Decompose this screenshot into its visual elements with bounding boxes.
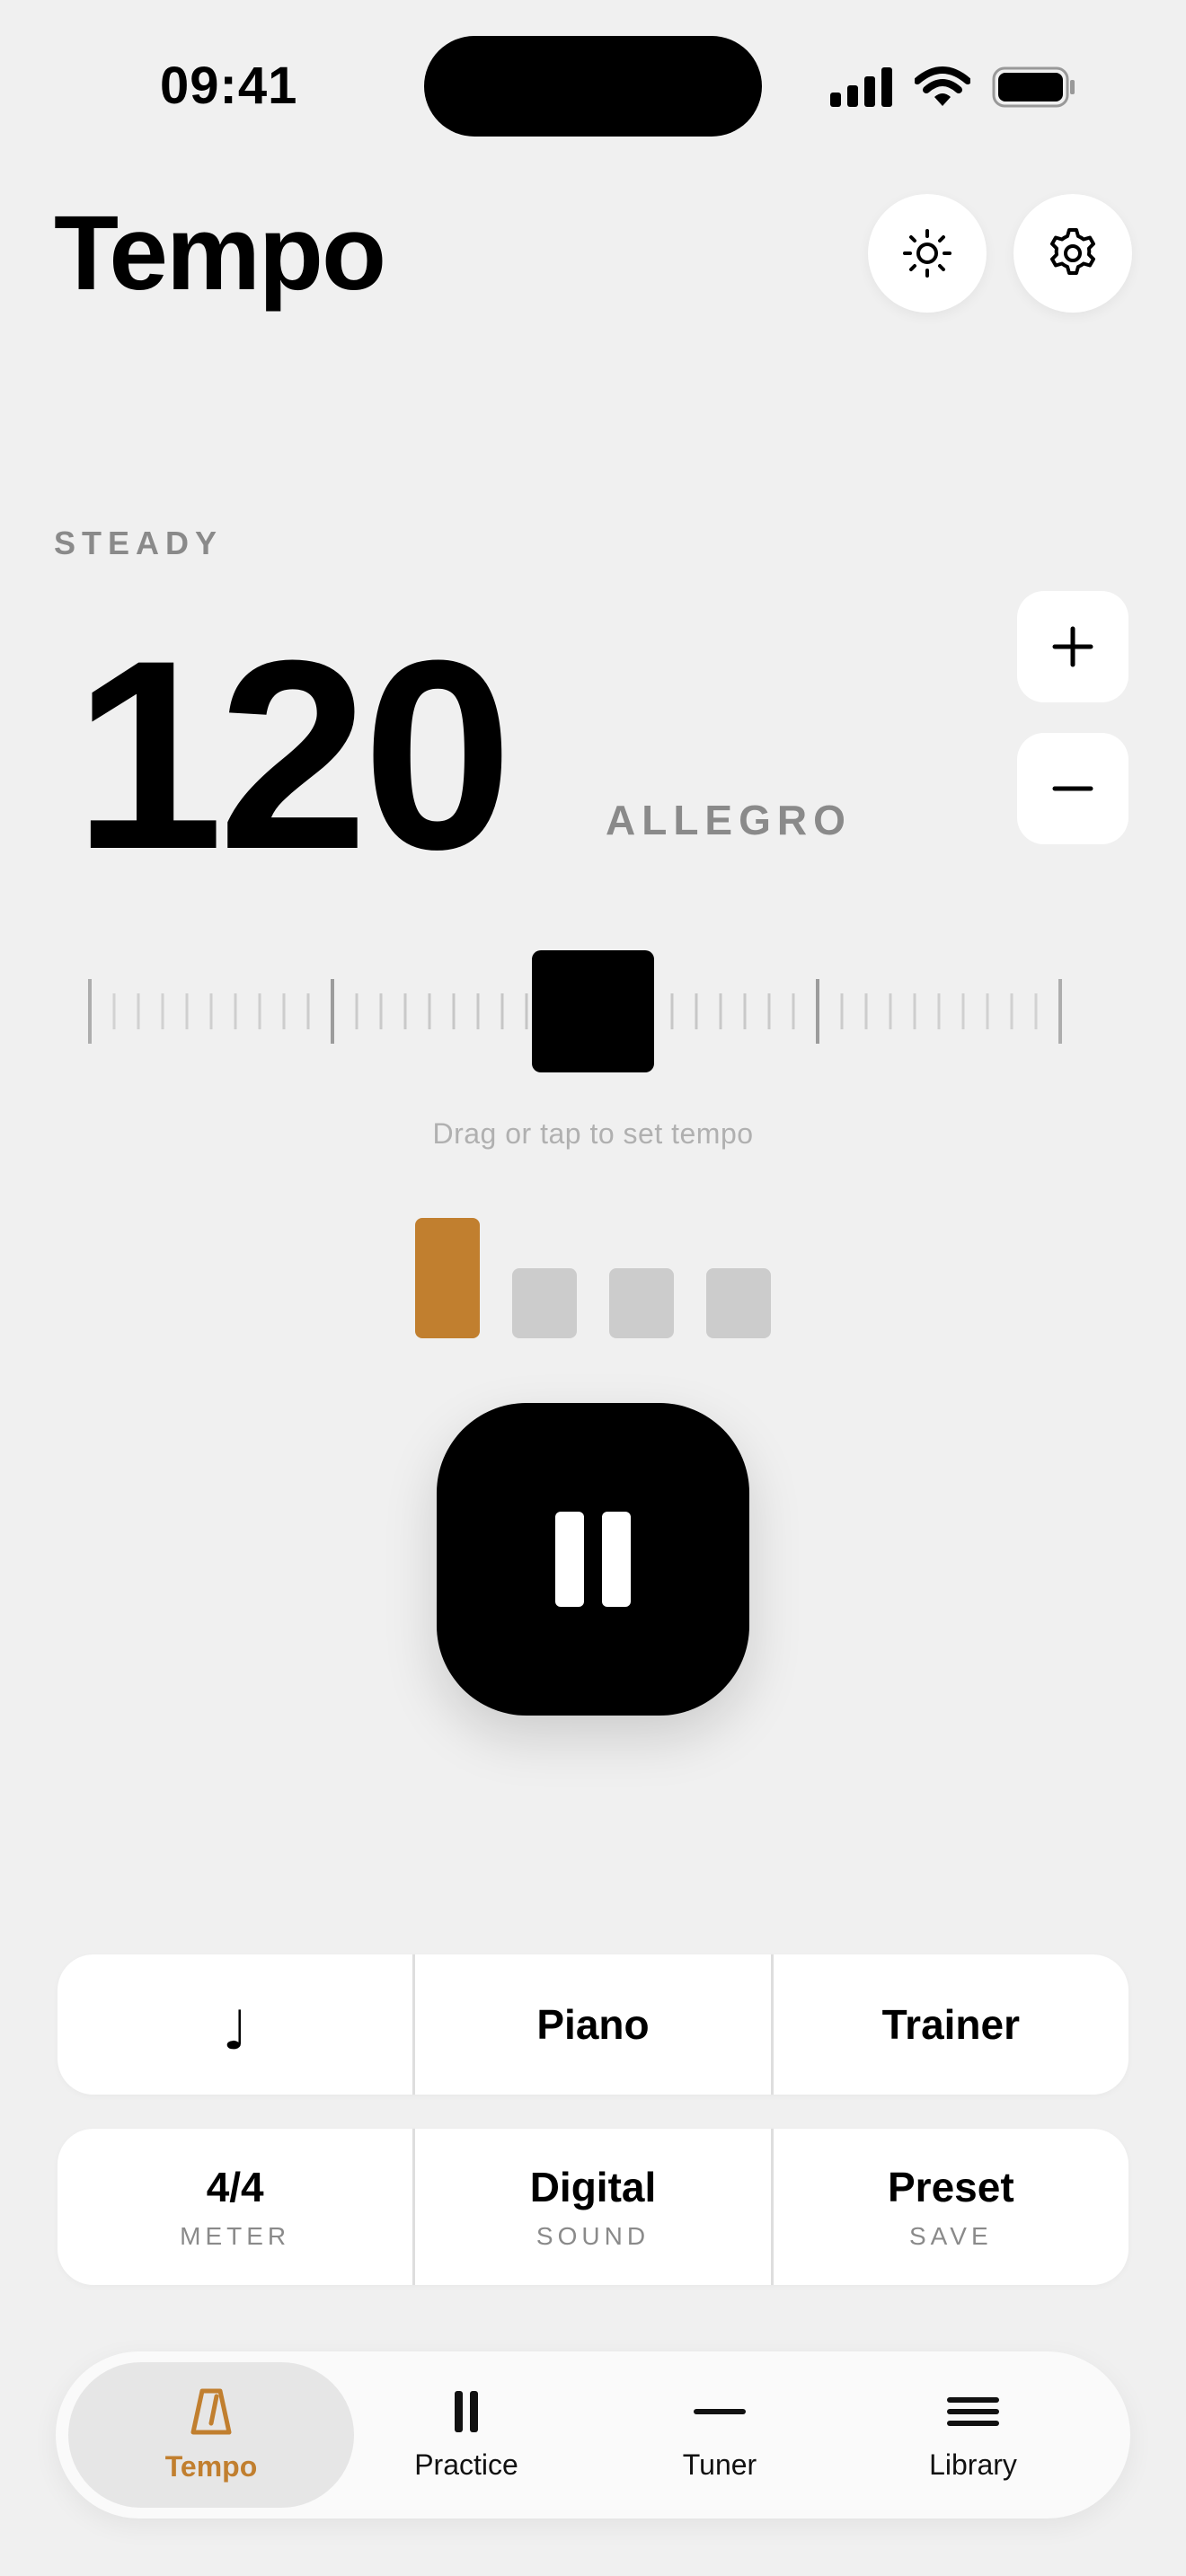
menu-icon <box>947 2396 999 2426</box>
tab-practice[interactable]: Practice <box>323 2362 609 2508</box>
preset-value: Preset <box>887 2164 1014 2210</box>
tab-label: Practice <box>414 2448 518 2481</box>
dynamic-island <box>424 36 762 137</box>
decrease-tempo-button[interactable] <box>1017 733 1128 844</box>
tab-label: Tuner <box>682 2448 757 2481</box>
pause-button[interactable] <box>437 1403 749 1716</box>
trainer-label: Trainer <box>881 2001 1021 2048</box>
gear-icon <box>1050 228 1095 275</box>
minus-icon <box>1052 786 1093 791</box>
tempo-marking: ALLEGRO <box>606 797 852 843</box>
tab-label: Tempo <box>164 2449 258 2483</box>
pause-icon-bar <box>555 1512 584 1607</box>
preset-caption: SAVE <box>909 2222 993 2250</box>
meter-caption: METER <box>180 2222 291 2250</box>
page-title: Tempo <box>54 194 386 313</box>
sun-icon <box>903 229 951 278</box>
increase-tempo-button[interactable] <box>1017 591 1128 702</box>
metronome-icon <box>190 2388 232 2434</box>
sound-type-button[interactable]: Digital SOUND <box>415 2129 774 2285</box>
meter-button[interactable]: 4/4 METER <box>58 2129 416 2285</box>
preset-save-button[interactable]: Preset SAVE <box>774 2129 1128 2285</box>
note-value-button[interactable]: ♩ <box>58 1954 416 2095</box>
tempo-mood-label: STEADY <box>54 525 224 561</box>
theme-toggle-button[interactable] <box>868 194 987 313</box>
pause-icon <box>455 2390 478 2432</box>
tab-tuner[interactable]: Tuner <box>577 2362 863 2508</box>
tab-label: Library <box>929 2448 1017 2481</box>
slider-hint: Drag or tap to set tempo <box>432 1117 754 1150</box>
tempo-screen: 09:41 Tempo STEADY 120 ALLEGRO Drag or t… <box>0 0 1186 2576</box>
sound-button[interactable]: Piano <box>415 1954 774 2095</box>
quarter-note-icon: ♩ <box>222 1999 248 2062</box>
options-row-primary: ♩ Piano Trainer <box>58 1954 1128 2095</box>
bpm-value: 120 <box>74 604 513 905</box>
status-icons <box>830 66 1076 108</box>
beat-indicator <box>512 1268 577 1338</box>
plus-icon <box>1052 626 1093 667</box>
minus-icon <box>694 2408 746 2414</box>
beat-indicator <box>609 1268 674 1338</box>
pause-icon-bar <box>602 1512 631 1607</box>
options-row-secondary: 4/4 METER Digital SOUND Preset SAVE <box>58 2129 1128 2285</box>
status-time: 09:41 <box>160 57 298 115</box>
beat-indicator <box>706 1268 771 1338</box>
wifi-icon <box>915 66 970 106</box>
sound-type-value: Digital <box>529 2164 657 2210</box>
tab-library[interactable]: Library <box>830 2362 1116 2508</box>
tab-bar: Tempo Practice Tuner Library <box>56 2351 1130 2519</box>
sound-label: Piano <box>536 2001 650 2048</box>
trainer-button[interactable]: Trainer <box>774 1954 1128 2095</box>
battery-icon <box>992 66 1075 108</box>
tempo-slider-thumb[interactable] <box>532 950 654 1072</box>
beat-indicator-active <box>415 1218 480 1338</box>
settings-button[interactable] <box>1013 194 1132 313</box>
cellular-signal-icon <box>830 67 892 107</box>
tab-tempo[interactable]: Tempo <box>68 2362 354 2508</box>
sound-type-caption: SOUND <box>535 2222 651 2250</box>
meter-value: 4/4 <box>206 2164 264 2210</box>
